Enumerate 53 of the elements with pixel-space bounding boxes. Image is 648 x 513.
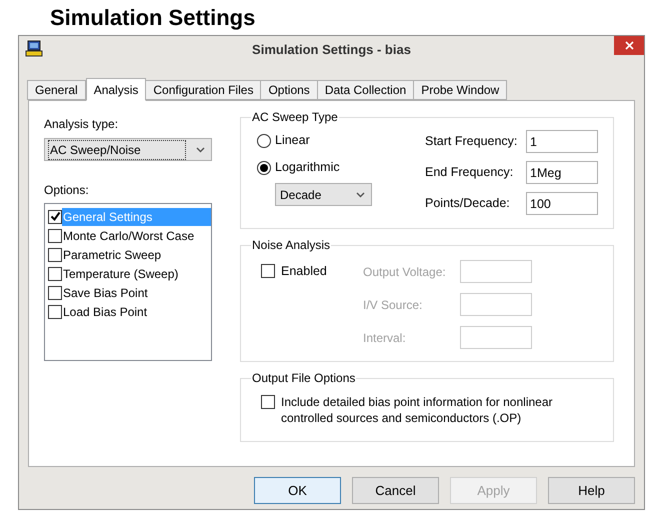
text-field[interactable]: 1 [526, 130, 598, 153]
text-field[interactable]: 100 [526, 192, 598, 215]
dropdown-value: Decade [280, 186, 322, 204]
scale-dropdown[interactable]: Decade [275, 183, 372, 206]
close-icon [624, 41, 634, 50]
field-label: Interval: [363, 330, 407, 346]
field-label: Output Voltage: [363, 264, 447, 280]
field-label: Start Frequency: [425, 133, 518, 150]
chevron-icon [196, 146, 205, 152]
tab[interactable]: Data Collection [316, 80, 414, 100]
dialog-button[interactable]: Help [548, 477, 635, 504]
field-label: Options: [44, 182, 90, 199]
checkbox[interactable] [48, 210, 62, 224]
checkbox-label: Enabled [281, 264, 327, 278]
chevron-icon [356, 192, 365, 198]
checkbox-label: Include detailed bias point information for nonlinear controlled sources and semiconductors (.OP) [281, 394, 554, 426]
group-title: Noise Analysis [251, 237, 332, 253]
analysis-type-dropdown[interactable]: AC Sweep/Noise [44, 138, 212, 161]
app-icon [25, 40, 43, 58]
checkbox[interactable] [48, 266, 62, 280]
close-button[interactable] [614, 36, 644, 55]
tab[interactable]: Configuration Files [145, 80, 262, 100]
checkbox[interactable] [48, 248, 62, 262]
radio-button[interactable] [257, 160, 271, 174]
page-heading: Simulation Settings [49, 4, 256, 32]
checkbox[interactable] [261, 395, 275, 409]
radio-label: Linear [275, 132, 310, 150]
field-label: Points/Decade: [425, 195, 511, 212]
radio-label: Logarithmic [275, 159, 340, 176]
dialog-button[interactable]: OK [254, 477, 341, 504]
checkbox[interactable] [261, 264, 275, 278]
list-item[interactable]: Temperature (Sweep) [62, 264, 211, 282]
tab[interactable]: Probe Window [413, 80, 508, 100]
tab[interactable]: Options [260, 80, 318, 100]
tab[interactable]: General [27, 80, 86, 100]
list-item[interactable]: Save Bias Point [62, 284, 211, 302]
field-label: End Frequency: [425, 164, 514, 182]
checkbox[interactable] [48, 286, 62, 300]
options-listbox[interactable]: General Settings Monte Carlo/Worst Case Parametric Sweep Temperature (Sweep) Save Bias Point Load Bias Point [44, 203, 212, 361]
dropdown-value: AC Sweep/Noise [48, 140, 186, 160]
checkbox[interactable] [48, 304, 62, 318]
radio-button[interactable] [257, 134, 271, 148]
field-label: I/V Source: [363, 296, 424, 314]
window-title: Simulation Settings - bias [252, 40, 411, 59]
field-label: Analysis type: [44, 116, 120, 133]
list-item[interactable]: Monte Carlo/Worst Case [62, 226, 211, 244]
checkbox[interactable] [48, 228, 62, 242]
text-field[interactable]: 1Meg [526, 161, 598, 184]
list-item[interactable]: Parametric Sweep [62, 246, 211, 264]
tab[interactable]: Analysis [86, 78, 146, 101]
list-item[interactable]: Load Bias Point [62, 302, 211, 320]
dialog-button[interactable]: Cancel [352, 477, 439, 504]
group-title: Output File Options [251, 370, 356, 386]
